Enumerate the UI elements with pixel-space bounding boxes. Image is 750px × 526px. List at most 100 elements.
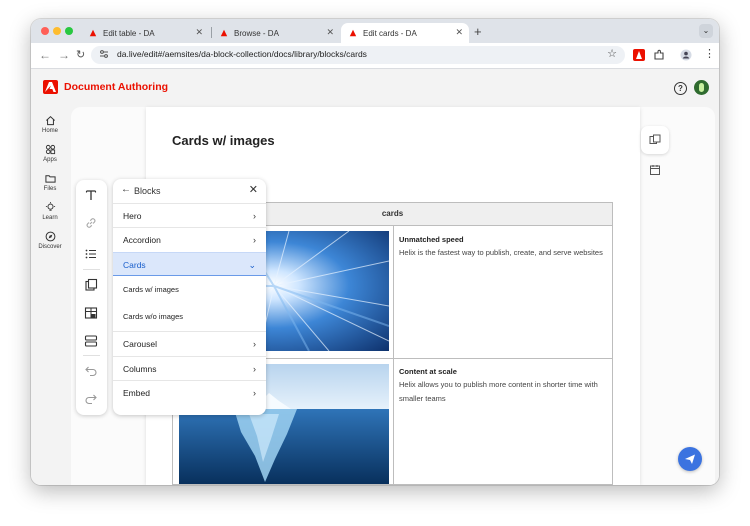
tab-title: Browse - DA <box>234 28 279 38</box>
block-item-label: Accordion <box>123 235 161 245</box>
blocks-panel-title: Blocks <box>134 186 161 196</box>
block-variant-label: Cards w/ images <box>123 285 179 294</box>
close-tab-icon[interactable]: ✕ <box>195 27 203 38</box>
home-icon <box>45 115 55 126</box>
card-heading[interactable]: Unmatched speed <box>399 235 464 244</box>
adobe-extension-icon[interactable] <box>633 49 645 61</box>
section-break-icon[interactable] <box>84 334 98 348</box>
adobe-favicon-icon <box>349 29 357 37</box>
nav-label: Apps <box>43 157 57 163</box>
tab-bar: Edit table - DA ✕ Browse - DA ✕ Edit car… <box>31 19 719 43</box>
back-icon[interactable]: ← <box>39 48 51 62</box>
help-icon[interactable]: ? <box>674 82 687 95</box>
adobe-favicon-icon <box>89 29 97 37</box>
chevron-right-icon: › <box>253 339 256 349</box>
nav-label: Files <box>43 186 57 192</box>
block-item-label: Carousel <box>123 339 158 349</box>
minimize-window-button[interactable] <box>53 27 61 35</box>
maximize-window-button[interactable] <box>65 27 73 35</box>
chevron-right-icon: › <box>253 388 256 398</box>
back-arrow-icon[interactable]: ← <box>121 184 131 195</box>
block-item-cards[interactable]: Cards ⌄ <box>113 252 266 276</box>
close-window-button[interactable] <box>41 27 49 35</box>
close-tab-icon[interactable]: ✕ <box>326 27 334 38</box>
tab-title: Edit table - DA <box>103 28 155 38</box>
browser-window: Edit table - DA ✕ Browse - DA ✕ Edit car… <box>31 19 719 485</box>
copy-pages-icon <box>649 134 661 144</box>
publish-button[interactable] <box>678 447 702 471</box>
nav-item-learn[interactable]: Learn <box>31 202 69 221</box>
insert-toolbar <box>76 180 107 415</box>
nav-item-home[interactable]: Home <box>31 115 69 134</box>
block-variant-cards-without-images[interactable]: Cards w/o images <box>113 304 266 330</box>
link-icon[interactable] <box>84 216 98 230</box>
card-text[interactable]: Helix allows you to publish more content… <box>399 378 604 406</box>
redo-icon[interactable] <box>84 392 98 406</box>
apps-icon <box>45 144 55 155</box>
send-icon <box>685 454 695 464</box>
forward-icon[interactable]: → <box>58 48 70 62</box>
chevron-right-icon: › <box>253 364 256 374</box>
app-page: Document Authoring ? Home Apps Files Lea… <box>31 69 719 485</box>
undo-icon[interactable] <box>84 364 98 378</box>
browser-tab-active[interactable]: Edit cards - DA ✕ <box>341 23 469 43</box>
tab-title: Edit cards - DA <box>363 28 417 38</box>
lightbulb-icon <box>45 202 55 211</box>
blocks-panel-header: ← Blocks ✕ <box>113 179 266 203</box>
card-text[interactable]: Helix is the fastest way to publish, cre… <box>399 246 604 260</box>
new-tab-icon[interactable]: + <box>474 24 482 39</box>
avatar[interactable] <box>694 80 709 95</box>
browser-toolbar: ← → ↻ da.live/edit#/aemsites/da-block-co… <box>31 43 719 69</box>
bookmark-star-icon[interactable]: ☆ <box>607 47 617 60</box>
nav-label: Learn <box>42 215 58 221</box>
nav-item-files[interactable]: Files <box>31 173 69 192</box>
extensions-puzzle-icon[interactable] <box>653 49 665 61</box>
block-item-embed[interactable]: Embed › <box>113 380 266 404</box>
url-text: da.live/edit#/aemsites/da-block-collecti… <box>117 49 367 59</box>
table-icon[interactable] <box>84 306 98 320</box>
text-format-icon[interactable] <box>84 188 98 202</box>
address-bar[interactable]: da.live/edit#/aemsites/da-block-collecti… <box>91 46 625 64</box>
chevron-right-icon: › <box>253 235 256 245</box>
chevron-down-icon: ⌄ <box>248 260 256 270</box>
versions-button[interactable] <box>641 126 669 154</box>
library-icon[interactable] <box>84 278 98 292</box>
discover-icon <box>45 231 55 242</box>
nav-item-discover[interactable]: Discover <box>31 231 69 250</box>
block-item-label: Cards <box>123 260 146 270</box>
table-divider <box>393 225 394 484</box>
toolbar-divider <box>83 355 100 356</box>
nav-label: Discover <box>38 244 62 250</box>
block-item-columns[interactable]: Columns › <box>113 356 266 380</box>
document-title[interactable]: Cards w/ images <box>172 133 275 148</box>
profile-icon[interactable] <box>680 49 692 61</box>
browser-tab[interactable]: Edit table - DA ✕ <box>81 23 209 43</box>
app-header: Document Authoring ? <box>31 69 719 107</box>
calendar-icon[interactable] <box>649 164 661 176</box>
block-variant-label: Cards w/o images <box>123 312 184 321</box>
adobe-logo-icon[interactable] <box>43 80 58 94</box>
block-variant-cards-with-images[interactable]: Cards w/ images <box>113 277 266 303</box>
site-settings-icon[interactable] <box>99 49 109 59</box>
browser-tab[interactable]: Browse - DA ✕ <box>212 23 340 43</box>
blocks-panel: ← Blocks ✕ Hero › Accordion › Cards ⌄ Ca… <box>113 179 266 415</box>
chevron-right-icon: › <box>253 211 256 221</box>
card-heading[interactable]: Content at scale <box>399 367 457 376</box>
toolbar-divider <box>83 269 100 270</box>
block-item-label: Hero <box>123 211 142 221</box>
adobe-favicon-icon <box>220 29 228 37</box>
close-tab-icon[interactable]: ✕ <box>455 27 463 38</box>
block-item-label: Embed <box>123 388 150 398</box>
block-item-accordion[interactable]: Accordion › <box>113 227 266 251</box>
reload-icon[interactable]: ↻ <box>76 48 85 62</box>
block-item-hero[interactable]: Hero › <box>113 203 266 227</box>
browser-menu-icon[interactable]: ⋮ <box>704 47 715 61</box>
list-icon[interactable] <box>84 247 98 261</box>
folder-icon <box>44 175 56 183</box>
close-icon[interactable]: ✕ <box>249 183 258 196</box>
app-title[interactable]: Document Authoring <box>64 81 168 93</box>
nav-item-apps[interactable]: Apps <box>31 144 69 163</box>
block-item-carousel[interactable]: Carousel › <box>113 331 266 355</box>
nav-label: Home <box>41 128 58 134</box>
tab-search-icon[interactable]: ⌄ <box>699 24 713 38</box>
